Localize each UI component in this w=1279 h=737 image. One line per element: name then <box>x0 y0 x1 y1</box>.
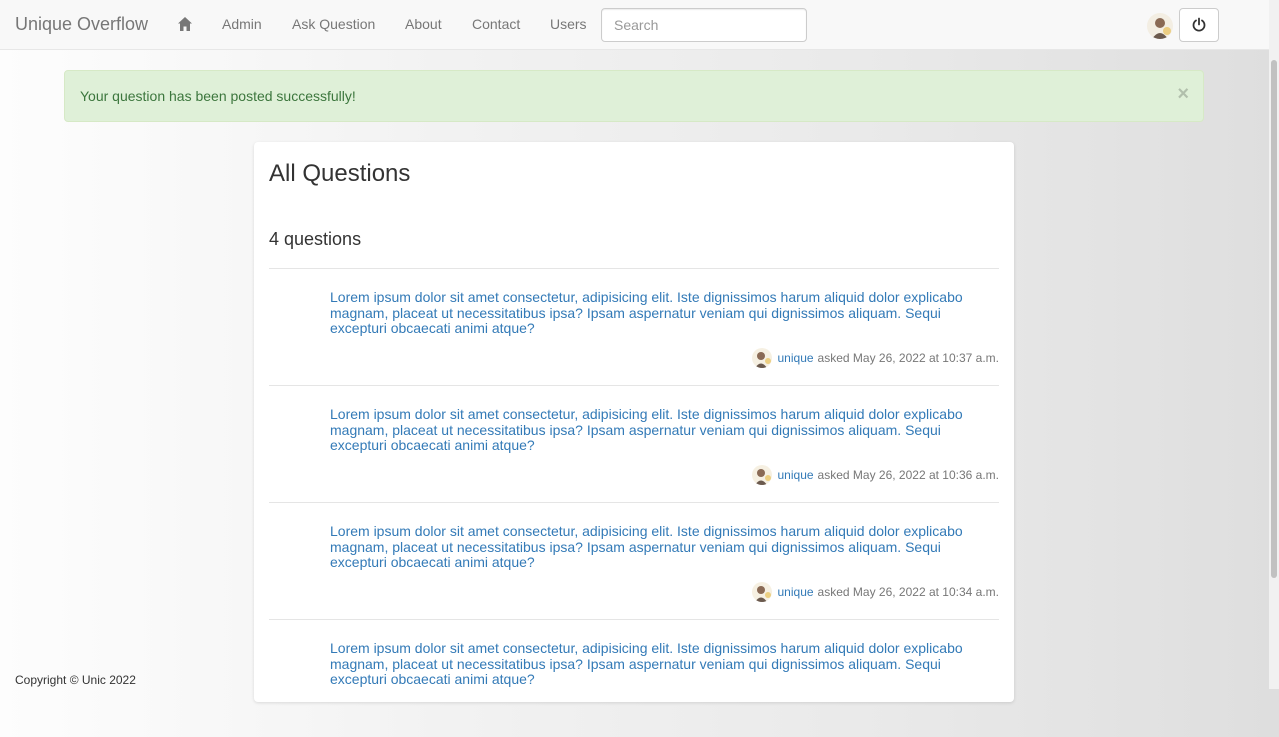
asked-timestamp: asked May 26, 2022 at 10:37 a.m. <box>817 351 999 365</box>
questions-panel: All Questions 4 questions Lorem ipsum do… <box>254 142 1014 702</box>
question-meta: unique asked May 26, 2022 at 10:37 a.m. <box>751 348 999 368</box>
author-link[interactable]: unique <box>778 585 814 599</box>
logout-button[interactable] <box>1179 8 1219 42</box>
home-icon[interactable] <box>177 16 193 32</box>
question-link[interactable]: Lorem ipsum dolor sit amet consectetur, … <box>330 640 980 688</box>
question-link[interactable]: Lorem ipsum dolor sit amet consectetur, … <box>330 406 980 454</box>
question-link[interactable]: Lorem ipsum dolor sit amet consectetur, … <box>330 523 980 571</box>
footer-copyright: Copyright © Unic 2022 <box>15 673 136 687</box>
question-link[interactable]: Lorem ipsum dolor sit amet consectetur, … <box>330 289 980 337</box>
page-title: All Questions <box>269 160 411 187</box>
question-item: Lorem ipsum dolor sit amet consectetur, … <box>269 268 999 386</box>
nav-contact[interactable]: Contact <box>472 16 520 32</box>
question-item: Lorem ipsum dolor sit amet consectetur, … <box>269 385 999 503</box>
alert-message: Your question has been posted successful… <box>80 88 356 104</box>
author-avatar <box>751 465 772 485</box>
search-input[interactable] <box>601 8 807 42</box>
author-link[interactable]: unique <box>778 468 814 482</box>
asked-timestamp: asked May 26, 2022 at 10:36 a.m. <box>817 468 999 482</box>
author-avatar <box>751 582 772 602</box>
nav-users[interactable]: Users <box>550 16 587 32</box>
nav-admin[interactable]: Admin <box>222 16 262 32</box>
author-avatar <box>751 348 772 368</box>
success-alert: Your question has been posted successful… <box>64 70 1204 122</box>
question-meta: unique asked May 26, 2022 at 10:36 a.m. <box>751 465 999 485</box>
asked-timestamp: asked May 26, 2022 at 10:34 a.m. <box>817 585 999 599</box>
question-item: Lorem ipsum dolor sit amet consectetur, … <box>269 502 999 620</box>
user-avatar[interactable] <box>1147 13 1173 39</box>
navbar: Unique Overflow Admin Ask Question About… <box>0 0 1269 50</box>
question-meta: unique asked May 26, 2022 at 10:34 a.m. <box>751 582 999 602</box>
author-link[interactable]: unique <box>778 351 814 365</box>
question-item: Lorem ipsum dolor sit amet consectetur, … <box>269 619 999 737</box>
brand-link[interactable]: Unique Overflow <box>15 14 148 35</box>
nav-about[interactable]: About <box>405 16 442 32</box>
nav-ask-question[interactable]: Ask Question <box>292 16 375 32</box>
page-scrollbar[interactable] <box>1269 0 1279 689</box>
power-icon <box>1192 17 1206 32</box>
alert-close-button[interactable]: × <box>1177 84 1189 104</box>
scrollbar-thumb[interactable] <box>1271 60 1277 578</box>
question-count: 4 questions <box>269 229 362 249</box>
